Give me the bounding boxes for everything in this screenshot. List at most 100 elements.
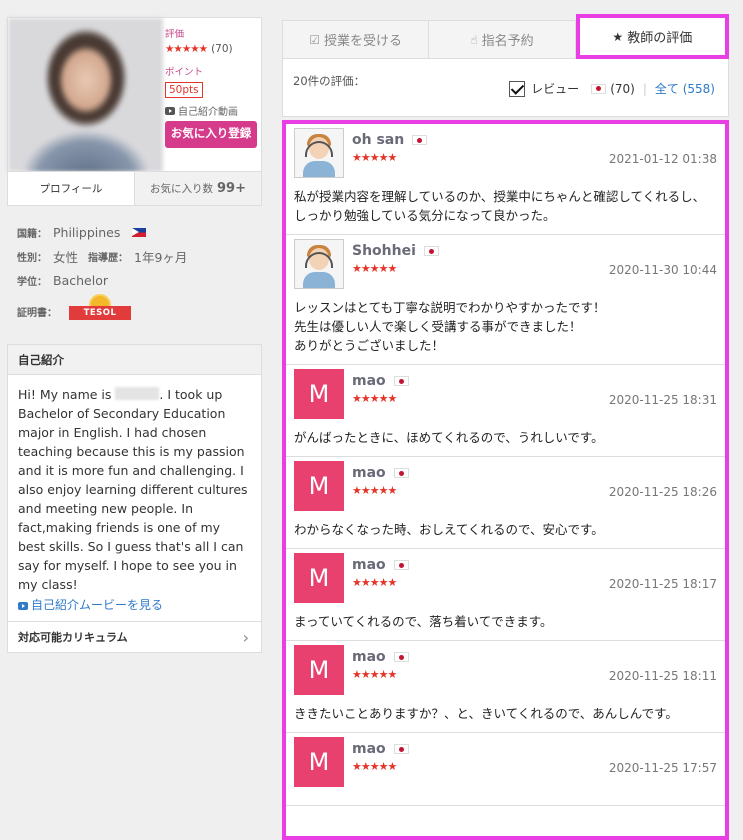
nationality-row: 国籍： Philippines xyxy=(17,220,262,244)
review-date: 2020-11-25 17:57 xyxy=(608,761,717,775)
review-meta: mao ★★★★★ 2020-11-25 18:11 xyxy=(344,645,717,695)
tab-take-lesson[interactable]: ☑ 授業を受ける xyxy=(282,20,430,59)
rating-stars: ★★★★★ xyxy=(165,43,208,55)
review-date: 2020-11-25 18:31 xyxy=(608,393,717,407)
review-text xyxy=(294,787,717,805)
review-item: M mao ★★★★★ 2020-11-25 18:31 がんばったときに、ほめ… xyxy=(286,365,725,457)
all-reviews-link[interactable]: 全て (558) xyxy=(655,80,715,97)
intro-text-start: Hi! My name is xyxy=(18,387,116,402)
star-icon: ★ xyxy=(612,29,624,44)
intro-movie-label: 自己紹介ムービーを見る xyxy=(31,598,164,612)
review-meta: mao ★★★★★ 2020-11-25 18:31 xyxy=(344,369,717,419)
gender-row: 性別： 女性 指導歴： 1年9ヶ月 xyxy=(17,244,262,268)
review-header: M mao ★★★★★ 2020-11-25 18:11 xyxy=(294,645,717,695)
reviewer-name-row: mao xyxy=(352,741,717,757)
teacher-info: 国籍： Philippines 性別： 女性 指導歴： 1年9ヶ月 学位： Ba… xyxy=(7,220,262,328)
review-list: oh san ★★★★★ 2021-01-12 01:38 私が授業内容を理解し… xyxy=(282,120,729,840)
review-text-line: しっかり勉強している気分になって良かった。 xyxy=(294,208,556,223)
left-column: 評価 ★★★★★ (70) ポイント 50pts 自己紹介動画 お気に入り登録 … xyxy=(7,17,262,653)
review-header: M mao ★★★★★ 2020-11-25 18:26 xyxy=(294,461,717,511)
self-intro-box: 自己紹介 Hi! My name is . I took up Bachelor… xyxy=(7,344,262,653)
profile-tabs: プロフィール お気に入り数 99+ xyxy=(8,171,261,205)
reviewer-name[interactable]: oh san xyxy=(352,132,404,148)
favorites-count: 99+ xyxy=(217,181,246,196)
gender-label: 性別： xyxy=(17,252,47,264)
main-tabs: ☑ 授業を受ける ☝ 指名予約 ★ 教師の評価 xyxy=(282,14,729,59)
movie-play-icon xyxy=(18,601,28,610)
japan-flag-icon xyxy=(393,560,409,570)
reviewer-name[interactable]: mao xyxy=(352,557,386,573)
intro-video-link[interactable]: 自己紹介動画 xyxy=(165,103,261,118)
favorites-label: お気に入り数 xyxy=(150,183,213,195)
review-text-line: ききたいことありますか？、と、きいてくれるので、あんしんです。 xyxy=(294,706,678,721)
reviewer-name[interactable]: mao xyxy=(352,373,386,389)
avatar-body xyxy=(303,161,335,177)
intro-video-label: 自己紹介動画 xyxy=(178,107,238,118)
japan-flag-icon xyxy=(393,468,409,478)
filter-separator: | xyxy=(642,81,647,96)
tab-reviews[interactable]: ★ 教師の評価 xyxy=(575,14,729,59)
tab-profile[interactable]: プロフィール xyxy=(8,172,134,205)
reviewer-name[interactable]: mao xyxy=(352,465,386,481)
japan-flag-icon xyxy=(423,246,439,256)
reviewer-name[interactable]: Shohhei xyxy=(352,243,416,259)
teacher-photo xyxy=(8,18,163,172)
review-text: まっていてくれるので、落ち着いてできます。 xyxy=(294,603,717,640)
avatar-body xyxy=(303,272,335,288)
review-text-line: 私が授業内容を理解しているのか、授業中にちゃんと確認してくれるし、 xyxy=(294,189,706,204)
review-meta: mao ★★★★★ 2020-11-25 18:26 xyxy=(344,461,717,511)
all-reviews-count: (558) xyxy=(682,82,715,96)
reviewer-name-row: Shohhei xyxy=(352,243,717,259)
degree-row: 学位： Bachelor xyxy=(17,268,262,292)
curriculum-label: 対応可能カリキュラム xyxy=(18,631,128,644)
review-header: M mao ★★★★★ 2020-11-25 17:57 xyxy=(294,737,717,787)
reviewer-name-row: oh san xyxy=(352,132,717,148)
review-text: 私が授業内容を理解しているのか、授業中にちゃんと確認してくれるし、 しっかり勉強し… xyxy=(294,178,717,234)
chevron-right-icon: › xyxy=(242,627,249,647)
right-column: ☑ 授業を受ける ☝ 指名予約 ★ 教師の評価 20件の評価： レビュー (70… xyxy=(282,14,729,840)
review-header: M mao ★★★★★ 2020-11-25 18:31 xyxy=(294,369,717,419)
nationality-label: 国籍： xyxy=(17,228,47,240)
video-play-icon xyxy=(165,106,175,115)
intro-movie-link[interactable]: 自己紹介ムービーを見る xyxy=(18,596,251,615)
review-meta: oh san ★★★★★ 2021-01-12 01:38 xyxy=(344,128,717,178)
rating-row: ★★★★★ (70) xyxy=(165,43,261,55)
review-header: Shohhei ★★★★★ 2020-11-30 10:44 xyxy=(294,239,717,289)
badge-ribbon: TESOL xyxy=(69,306,131,320)
review-text: ききたいことありますか？、と、きいてくれるので、あんしんです。 xyxy=(294,695,717,732)
review-text-line: 先生は優しい人で楽しく受講する事ができました！ xyxy=(294,319,582,334)
review-date: 2021-01-12 01:38 xyxy=(608,152,717,166)
reviewer-name[interactable]: mao xyxy=(352,741,386,757)
review-date: 2020-11-25 18:17 xyxy=(608,577,717,591)
review-header: M mao ★★★★★ 2020-11-25 18:17 xyxy=(294,553,717,603)
nationality-value: Philippines xyxy=(53,224,121,240)
review-date: 2020-11-25 18:26 xyxy=(608,485,717,499)
review-item: M mao ★★★★★ 2020-11-25 18:11 ききたいことありますか… xyxy=(286,641,725,733)
japan-flag-icon xyxy=(412,135,428,145)
review-item: oh san ★★★★★ 2021-01-12 01:38 私が授業内容を理解し… xyxy=(286,124,725,235)
gender-value: 女性 xyxy=(53,249,79,265)
review-filter-label: レビュー xyxy=(531,82,580,96)
tab-reviews-label: 教師の評価 xyxy=(627,31,693,46)
tab-take-lesson-label: 授業を受ける xyxy=(324,34,403,49)
profile-meta: 評価 ★★★★★ (70) ポイント 50pts 自己紹介動画 お気に入り登録 xyxy=(165,26,261,148)
calendar-check-icon: ☑ xyxy=(309,32,321,47)
review-text-line: まっていてくれるので、落ち着いてできます。 xyxy=(294,614,553,629)
philippines-flag-icon xyxy=(132,227,147,237)
degree-label: 学位： xyxy=(17,276,47,288)
points-label: ポイント xyxy=(165,67,204,78)
review-checkbox[interactable] xyxy=(509,80,526,97)
tab-favorites[interactable]: お気に入り数 99+ xyxy=(134,172,261,205)
reviewer-avatar: M xyxy=(294,553,344,603)
curriculum-row[interactable]: 対応可能カリキュラム › xyxy=(8,621,261,652)
review-date: 2020-11-30 10:44 xyxy=(608,263,717,277)
japan-review-count[interactable]: (70) xyxy=(610,82,635,96)
review-header: oh san ★★★★★ 2021-01-12 01:38 xyxy=(294,128,717,178)
blurred-name xyxy=(115,387,160,400)
reviewer-name[interactable]: mao xyxy=(352,649,386,665)
tab-reserve[interactable]: ☝ 指名予約 xyxy=(429,20,576,59)
add-favorite-button[interactable]: お気に入り登録 xyxy=(165,121,257,148)
japan-flag-icon xyxy=(393,376,409,386)
tesol-badge-icon: TESOL xyxy=(69,294,131,328)
teacher-page: 評価 ★★★★★ (70) ポイント 50pts 自己紹介動画 お気に入り登録 … xyxy=(0,0,743,840)
